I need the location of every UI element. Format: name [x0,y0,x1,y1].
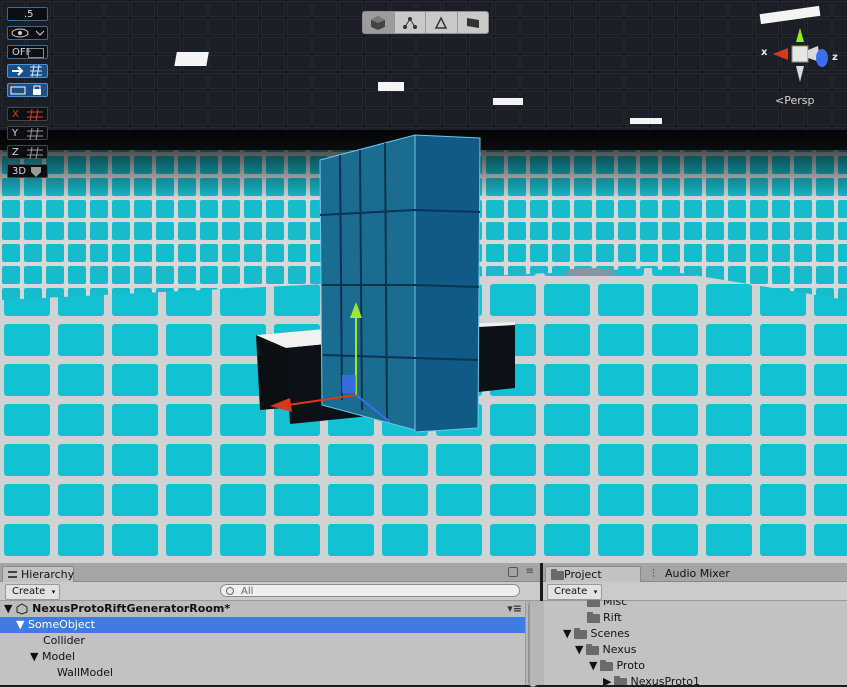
vertex-mode-button[interactable] [395,12,426,33]
hierarchy-item[interactable]: WallModel [0,665,526,681]
face-icon [466,17,479,28]
create-dropdown[interactable]: Create ▾ [5,584,61,600]
arrow-grid-icon [12,65,42,77]
tab-project[interactable]: Project [545,566,641,582]
expand-arrow-icon[interactable]: ▼ [16,618,24,631]
snap-to-grid-toggle[interactable] [7,64,48,78]
orientation-gizmo[interactable] [758,20,838,90]
mixer-icon: ⫶ [652,567,655,580]
scene-menu-icon[interactable]: ▾≡ [507,601,522,617]
z-grid-icon [27,147,43,159]
scene-row[interactable]: ▼ NexusProtoRiftGeneratorRoom* ▾≡ [0,601,526,617]
folder-icon [586,643,600,655]
hierarchy-panel: Hierarchy ≡ Create ▾ All ▼ NexusProtoRift… [0,563,540,687]
selection-mode-toolbar [362,11,489,34]
project-toolbar: Create ▾ [543,582,847,601]
hierarchy-item[interactable]: ▼ SomeObject [0,617,526,633]
search-icon [226,587,234,595]
eye-icon [11,28,45,38]
y-grid-icon [27,128,43,140]
folder-icon [551,569,564,580]
scene-render[interactable] [0,0,847,563]
expand-arrow-icon[interactable]: ▼ [589,659,597,672]
edge-icon [435,15,448,29]
gizmo-x-label: x [761,47,768,58]
project-folder[interactable]: ▼ Proto [543,658,833,674]
list-icon [8,571,17,578]
project-tree: Misc Rift ▼ Scenes ▼ Nexus ▼ Proto ▶ NexusPr… [543,600,847,685]
project-panel: Project ⫶ Audio Mixer Create ▾ Misc Rift … [529,563,847,685]
scene-view[interactable]: .5 OFF X Y Z 3D x z <Persp [0,0,847,563]
x-grid-icon [27,109,43,121]
shaded-cube-icon [371,15,386,30]
toggle-switch-icon [28,48,44,58]
hierarchy-tab-row: Hierarchy ≡ [0,563,540,582]
folder-icon [574,627,588,639]
dropdown-arrow-icon: ▾ [593,588,598,596]
dropdown-arrow-icon: ▾ [51,588,56,596]
project-folder[interactable]: Rift [543,610,833,626]
folder-icon [587,600,600,607]
object-mode-button[interactable] [363,12,395,33]
project-tab-row: Project ⫶ Audio Mixer [543,563,847,582]
expand-arrow-icon[interactable]: ▼ [30,650,38,663]
shield-icon [31,167,41,177]
folder-icon [614,675,628,685]
edge-mode-button[interactable] [426,12,458,33]
tab-hierarchy[interactable]: Hierarchy [2,566,74,582]
create-dropdown[interactable]: Create ▾ [547,584,603,600]
project-scrollbar[interactable] [529,601,544,685]
search-input[interactable]: All [220,584,520,597]
project-folder[interactable]: Misc [543,600,833,610]
project-folder[interactable]: ▶ NexusProto1 [543,674,833,685]
hierarchy-item[interactable]: Collider [0,633,526,649]
folder-icon [587,611,600,623]
vertex-icon [402,16,417,29]
tab-audio-mixer[interactable]: ⫶ Audio Mixer [647,566,736,582]
unity-logo-icon [16,603,28,615]
off-toggle[interactable]: OFF [7,45,48,59]
grid-snap-value[interactable]: .5 [7,7,48,21]
project-folder[interactable]: ▼ Nexus [543,642,833,658]
project-folder[interactable]: ▼ Scenes [543,626,833,642]
axis-y-toggle[interactable]: Y [7,126,48,140]
hierarchy-item[interactable]: ▼ Model [0,649,526,665]
lock-toggle[interactable] [7,83,48,97]
lock-icon[interactable] [508,567,518,577]
collapsed-arrow-icon[interactable]: ▶ [603,675,611,685]
hierarchy-toolbar: Create ▾ All [0,582,540,601]
expand-arrow-icon[interactable]: ▼ [575,643,583,656]
folder-icon [600,659,614,671]
gizmo-z-label: z [832,52,838,63]
mode-3d-toggle[interactable]: 3D [7,164,48,178]
axis-z-toggle[interactable]: Z [7,145,48,159]
lock-icon [10,85,41,95]
menu-icon[interactable]: ≡ [526,566,534,577]
face-mode-button[interactable] [458,12,489,33]
axis-x-toggle[interactable]: X [7,107,48,121]
projection-label[interactable]: <Persp [775,94,814,107]
expand-arrow-icon[interactable]: ▼ [563,627,571,640]
visibility-toggle[interactable] [7,26,48,40]
expand-arrow-icon[interactable]: ▼ [4,602,12,615]
